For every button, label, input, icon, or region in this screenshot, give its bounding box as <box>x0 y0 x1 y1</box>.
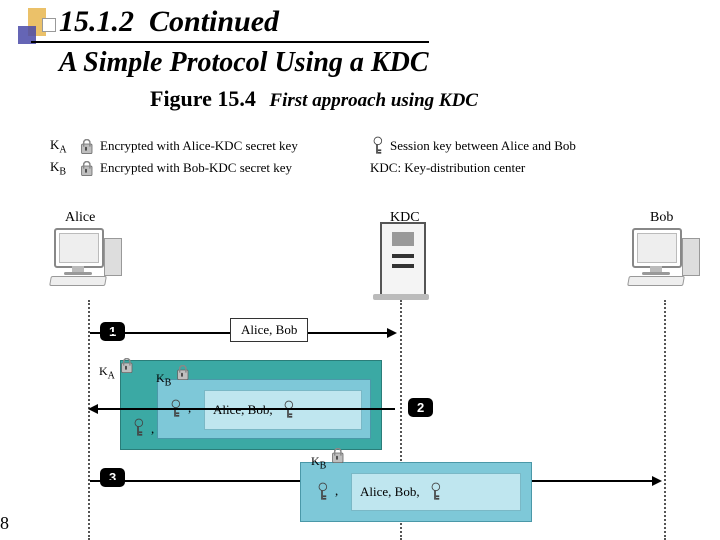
kb-label: K <box>311 454 320 468</box>
lock-icon <box>80 160 93 176</box>
alice-computer-icon <box>52 228 122 284</box>
alice-lifeline <box>88 300 90 540</box>
kdc-server-icon <box>380 222 426 296</box>
bob-computer-icon <box>630 228 700 284</box>
session-key-icon <box>429 483 441 502</box>
bob-label: Bob <box>650 210 673 226</box>
legend-ka-sym: K <box>50 137 59 152</box>
bob-lifeline <box>664 300 666 540</box>
legend-kb-text: Encrypted with Bob-KDC secret key <box>100 160 292 176</box>
lock-icon <box>331 447 344 463</box>
message-3-outer-enc: KB , Alice, Bob, <box>300 462 532 522</box>
step-2-badge: 2 <box>408 398 433 417</box>
session-key-icon <box>132 419 144 438</box>
figure-caption: Figure 15.4 First approach using KDC <box>150 86 478 112</box>
legend-kb-sym: K <box>50 159 59 174</box>
lock-icon <box>80 138 93 154</box>
slide-subtitle: A Simple Protocol Using a KDC <box>35 47 429 79</box>
session-key-icon <box>316 483 328 502</box>
kb-label: K <box>156 371 165 385</box>
message-2-payload: Alice, Bob, <box>204 390 362 430</box>
lock-icon <box>176 364 189 380</box>
ka-label-sub: A <box>108 370 115 381</box>
continued-label: Continued <box>149 5 279 38</box>
payload-text: Alice, Bob, <box>213 402 273 418</box>
figure-number: Figure 15.4 <box>150 86 256 111</box>
alice-label: Alice <box>65 210 95 226</box>
message-2-outer-enc: KA , KB , Alice, Bob, <box>120 360 382 450</box>
figure-title: First approach using KDC <box>269 90 478 111</box>
legend-ka-sub: A <box>59 144 66 155</box>
page-number: 8 <box>0 513 9 534</box>
legend-ka-text: Encrypted with Alice-KDC secret key <box>100 138 298 154</box>
kb-label-sub: B <box>320 460 327 471</box>
ka-label: K <box>99 364 108 378</box>
lock-icon <box>120 357 133 373</box>
legend: KA Encrypted with Alice-KDC secret key S… <box>50 135 690 179</box>
message-3-payload: Alice, Bob, <box>351 473 521 511</box>
session-key-icon <box>282 401 294 420</box>
slide-header: 15.1.2 Continued A Simple Protocol Using… <box>35 5 429 79</box>
arrow-2 <box>90 408 395 410</box>
comma: , <box>151 421 154 437</box>
session-key-icon <box>371 137 383 156</box>
step-3-badge: 3 <box>100 468 125 487</box>
kb-label-sub: B <box>165 377 172 388</box>
legend-session-key-text: Session key between Alice and Bob <box>390 138 576 154</box>
comma: , <box>335 483 338 499</box>
section-number: 15.1.2 <box>59 5 134 38</box>
legend-kdc-text: KDC: Key-distribution center <box>370 160 525 176</box>
payload-text: Alice, Bob, <box>360 484 420 500</box>
legend-kb-sub: B <box>59 166 66 177</box>
message-1-box: Alice, Bob <box>230 318 308 342</box>
